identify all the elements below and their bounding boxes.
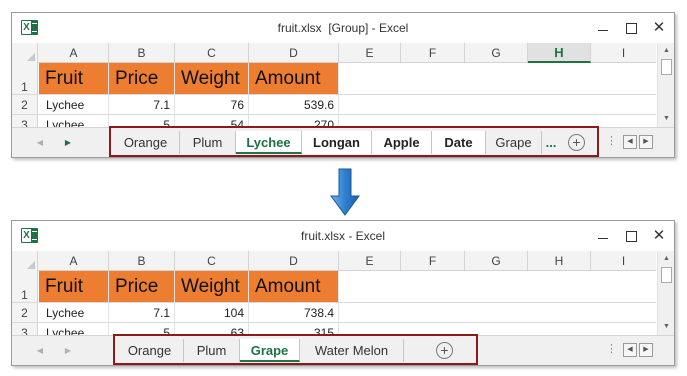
cell-b1[interactable]: Price (109, 271, 175, 302)
cell-a3[interactable]: Lychee (39, 115, 109, 127)
column-header-a[interactable]: A (39, 251, 109, 271)
row-header-1[interactable]: 1 (12, 63, 38, 94)
window-title: fruit.xlsx [Group] - Excel (277, 21, 409, 35)
column-header-h[interactable]: H (528, 43, 591, 63)
column-header-i[interactable]: I (591, 251, 656, 271)
maximize-button[interactable] (620, 226, 642, 246)
scroll-down-arrow-icon[interactable]: ▼ (660, 321, 673, 333)
title-bar: X fruit.xlsx [Group] - Excel ✕ (12, 13, 674, 43)
cell-c1[interactable]: Weight (175, 271, 249, 302)
sheet-tab-bar: ◀ ▶ Orange Plum Grape Water Melon + ⋮ ◀ … (12, 334, 674, 365)
scroll-thumb[interactable] (661, 267, 672, 283)
arrow-down-icon (330, 168, 360, 216)
cell-a2[interactable]: Lychee (39, 95, 109, 114)
tab-scroll-left-icon[interactable]: ◀ (32, 336, 48, 365)
highlight-box (109, 126, 599, 157)
splitter-handle-icon[interactable]: ⋮ (606, 344, 617, 355)
grid-row-1: 1 Fruit Price Weight Amount (12, 63, 656, 95)
column-header-d[interactable]: D (249, 43, 339, 63)
scroll-up-arrow-icon[interactable]: ▲ (660, 45, 673, 57)
row-header-2[interactable]: 2 (12, 303, 38, 322)
column-header-i[interactable]: I (591, 43, 656, 63)
column-header-b[interactable]: B (109, 43, 175, 63)
column-header-g[interactable]: G (465, 251, 528, 271)
splitter-handle-icon[interactable]: ⋮ (606, 136, 617, 147)
excel-window-before: X fruit.xlsx [Group] - Excel ✕ A B C D E… (11, 12, 675, 158)
highlight-box (113, 334, 478, 365)
vertical-scrollbar[interactable]: ▲ ▼ (657, 43, 674, 127)
cell-a3[interactable]: Lychee (39, 323, 109, 335)
column-header-b[interactable]: B (109, 251, 175, 271)
column-header-e[interactable]: E (339, 251, 401, 271)
hscroll-right-icon[interactable]: ▶ (639, 135, 653, 149)
tab-scroll-right-icon[interactable]: ▶ (60, 336, 76, 365)
scroll-up-arrow-icon[interactable]: ▲ (660, 253, 673, 265)
close-button[interactable]: ✕ (648, 226, 670, 246)
column-header-d[interactable]: D (249, 251, 339, 271)
cell-c2[interactable]: 76 (175, 95, 249, 114)
cell-d2[interactable]: 539.6 (249, 95, 339, 114)
cell-a2[interactable]: Lychee (39, 303, 109, 322)
cell-b1[interactable]: Price (109, 63, 175, 94)
column-header-a[interactable]: A (39, 43, 109, 63)
excel-window-after: X fruit.xlsx - Excel ✕ A B C D E F G H I… (11, 220, 675, 366)
scroll-thumb[interactable] (661, 59, 672, 75)
select-all-corner[interactable] (12, 251, 38, 271)
tab-scroll-right-icon[interactable]: ▶ (60, 128, 76, 157)
minimize-button[interactable] (592, 226, 614, 246)
column-header-row: A B C D E F G H I (12, 251, 656, 271)
row-header-1[interactable]: 1 (12, 271, 38, 302)
scroll-down-arrow-icon[interactable]: ▼ (660, 113, 673, 125)
cell-a1[interactable]: Fruit (39, 271, 109, 302)
worksheet-grid[interactable]: A B C D E F G H I 1 Fruit Price Weight A… (12, 43, 656, 127)
row-header-3[interactable]: 3 (12, 115, 38, 127)
cell-d1[interactable]: Amount (249, 63, 339, 94)
column-header-g[interactable]: G (465, 43, 528, 63)
cell-c2[interactable]: 104 (175, 303, 249, 322)
row-header-2[interactable]: 2 (12, 95, 38, 114)
hscroll-left-icon[interactable]: ◀ (623, 343, 637, 357)
column-header-c[interactable]: C (175, 43, 249, 63)
close-button[interactable]: ✕ (648, 18, 670, 38)
column-header-c[interactable]: C (175, 251, 249, 271)
column-header-row: A B C D E F G H I (12, 43, 656, 63)
cell-d1[interactable]: Amount (249, 271, 339, 302)
grid-row-2: 2 Lychee 7.1 76 539.6 (12, 95, 656, 115)
grid-row-1: 1 Fruit Price Weight Amount (12, 271, 656, 303)
column-header-e[interactable]: E (339, 43, 401, 63)
hscroll-left-icon[interactable]: ◀ (623, 135, 637, 149)
worksheet-grid[interactable]: A B C D E F G H I 1 Fruit Price Weight A… (12, 251, 656, 335)
sheet-tab-bar: ◀ ▶ Orange Plum Lychee Longan Apple Date… (12, 126, 674, 157)
cell-b2[interactable]: 7.1 (109, 95, 175, 114)
tab-scroll-left-icon[interactable]: ◀ (32, 128, 48, 157)
window-title: fruit.xlsx - Excel (300, 229, 385, 243)
cell-c1[interactable]: Weight (175, 63, 249, 94)
column-header-f[interactable]: F (401, 43, 465, 63)
hscroll-right-icon[interactable]: ▶ (639, 343, 653, 357)
minimize-button[interactable] (592, 18, 614, 38)
vertical-scrollbar[interactable]: ▲ ▼ (657, 251, 674, 335)
select-all-corner[interactable] (12, 43, 38, 63)
column-header-f[interactable]: F (401, 251, 465, 271)
title-bar: X fruit.xlsx - Excel ✕ (12, 221, 674, 251)
cell-d2[interactable]: 738.4 (249, 303, 339, 322)
grid-row-2: 2 Lychee 7.1 104 738.4 (12, 303, 656, 323)
column-header-h[interactable]: H (528, 251, 591, 271)
cell-b2[interactable]: 7.1 (109, 303, 175, 322)
row-header-3[interactable]: 3 (12, 323, 38, 335)
cell-a1[interactable]: Fruit (39, 63, 109, 94)
maximize-button[interactable] (620, 18, 642, 38)
